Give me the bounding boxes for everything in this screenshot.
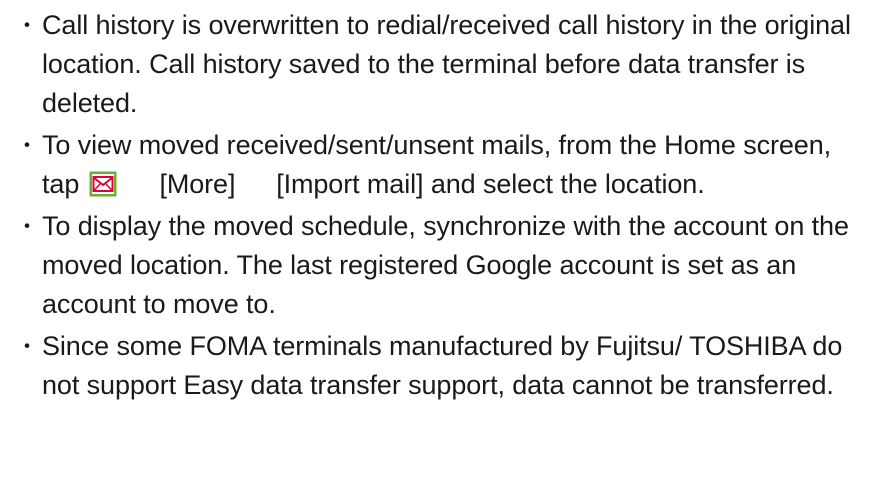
note-item-call-history: ・ Call history is overwritten to redial/… <box>12 6 864 123</box>
bullet-marker: ・ <box>16 13 38 38</box>
mail-icon <box>89 171 117 197</box>
note-text: Call history is overwritten to redial/re… <box>42 10 851 118</box>
note-text: To display the moved schedule, synchroni… <box>42 211 849 319</box>
bullet-marker: ・ <box>16 214 38 239</box>
bullet-marker: ・ <box>16 334 38 359</box>
note-item-schedule: ・ To display the moved schedule, synchro… <box>12 207 864 324</box>
notes-list: ・ Call history is overwritten to redial/… <box>12 6 864 405</box>
note-text: Since some FOMA terminals manufactured b… <box>42 331 843 400</box>
note-item-foma-terminals: ・ Since some FOMA terminals manufactured… <box>12 327 864 405</box>
document-page: ・ Call history is overwritten to redial/… <box>0 0 874 501</box>
menu-step-more: [More] <box>159 169 236 199</box>
note-item-import-mail: ・ To view moved received/sent/unsent mai… <box>12 126 864 204</box>
bullet-marker: ・ <box>16 133 38 158</box>
menu-step-import-mail: [Import mail] and select the location. <box>276 169 705 199</box>
